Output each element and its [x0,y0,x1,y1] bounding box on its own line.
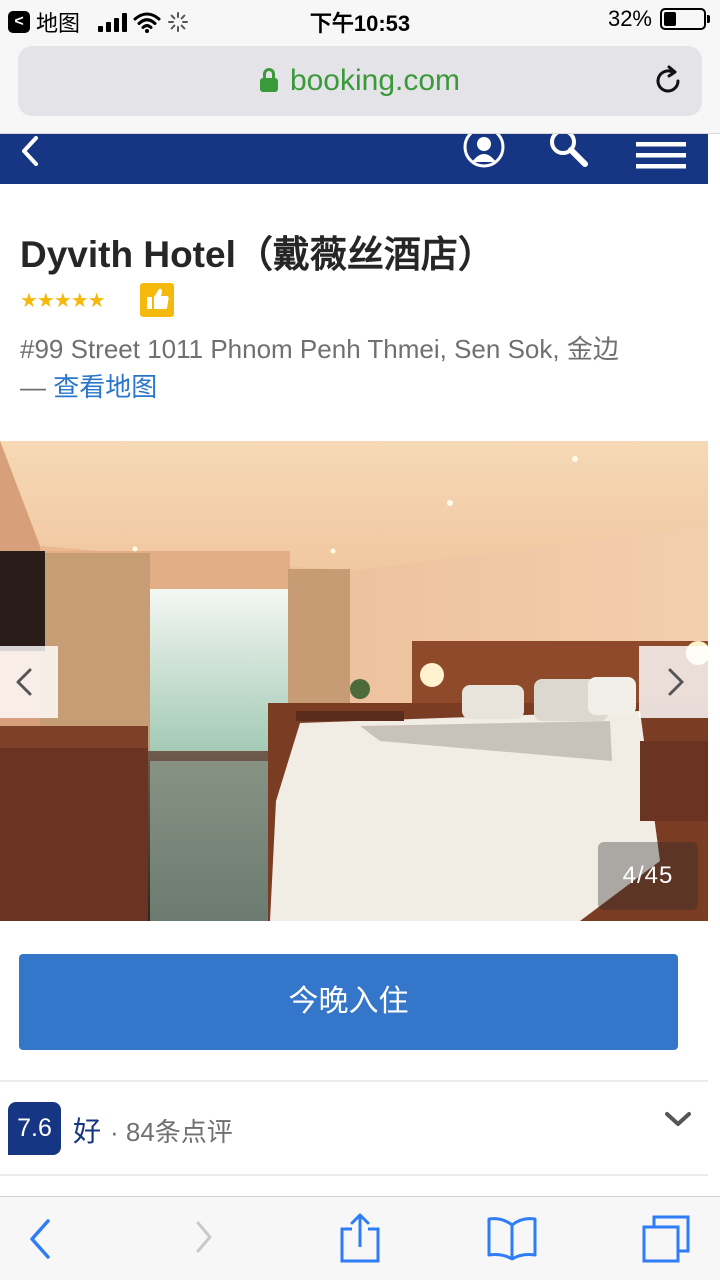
battery-percent: 32% [607,6,652,31]
battery-icon [660,8,710,30]
address-separator: — [20,372,54,402]
review-count: · 84条点评 [110,1117,233,1147]
view-map-link[interactable]: 查看地图 [53,372,157,402]
hotel-address: #99 Street 1011 Phnom Penh Thmei, Sen So… [20,330,710,406]
reload-icon[interactable] [652,64,686,98]
menu-icon[interactable] [636,140,686,170]
star-rating: ★★★★★ [20,290,106,312]
status-bar-right: 32% [607,6,710,32]
battery-fill [664,12,676,26]
screen: < 地图 下午10:53 32% booking.com Dyvith Hote… [0,0,720,1280]
site-header [0,134,708,184]
photo-counter: 4/45 [598,842,698,910]
tabs-icon[interactable] [640,1211,692,1267]
chevron-down-icon[interactable] [664,1108,692,1130]
thumbs-up-icon [140,283,174,317]
lock-icon [259,68,278,92]
search-icon[interactable] [547,134,591,168]
hotel-name: Dyvith Hotel（戴薇丝酒店） [20,234,495,275]
review-score-word: 好 [73,1116,102,1147]
url-bar[interactable]: booking.com [18,46,702,116]
profile-icon[interactable] [462,134,506,168]
gallery-previous-icon[interactable] [0,646,58,718]
url-text: booking.com [289,64,461,97]
url-display[interactable]: booking.com [18,64,702,98]
gallery-next-icon[interactable] [639,646,708,718]
browser-back-icon[interactable] [16,1211,68,1267]
status-bar: < 地图 下午10:53 32% [0,0,720,40]
browser-forward-icon[interactable] [180,1211,232,1267]
browser-address-area: booking.com [0,40,720,134]
share-icon[interactable] [334,1211,386,1267]
review-score-badge: 7.6 [8,1102,61,1155]
book-tonight-button[interactable]: 今晚入住 [19,954,678,1050]
browser-toolbar [0,1196,720,1280]
bookmarks-icon[interactable] [486,1211,538,1267]
divider [0,1080,708,1082]
divider [0,1174,708,1176]
back-chevron-icon[interactable] [16,136,46,166]
address-text: #99 Street 1011 Phnom Penh Thmei, Sen So… [20,334,619,364]
